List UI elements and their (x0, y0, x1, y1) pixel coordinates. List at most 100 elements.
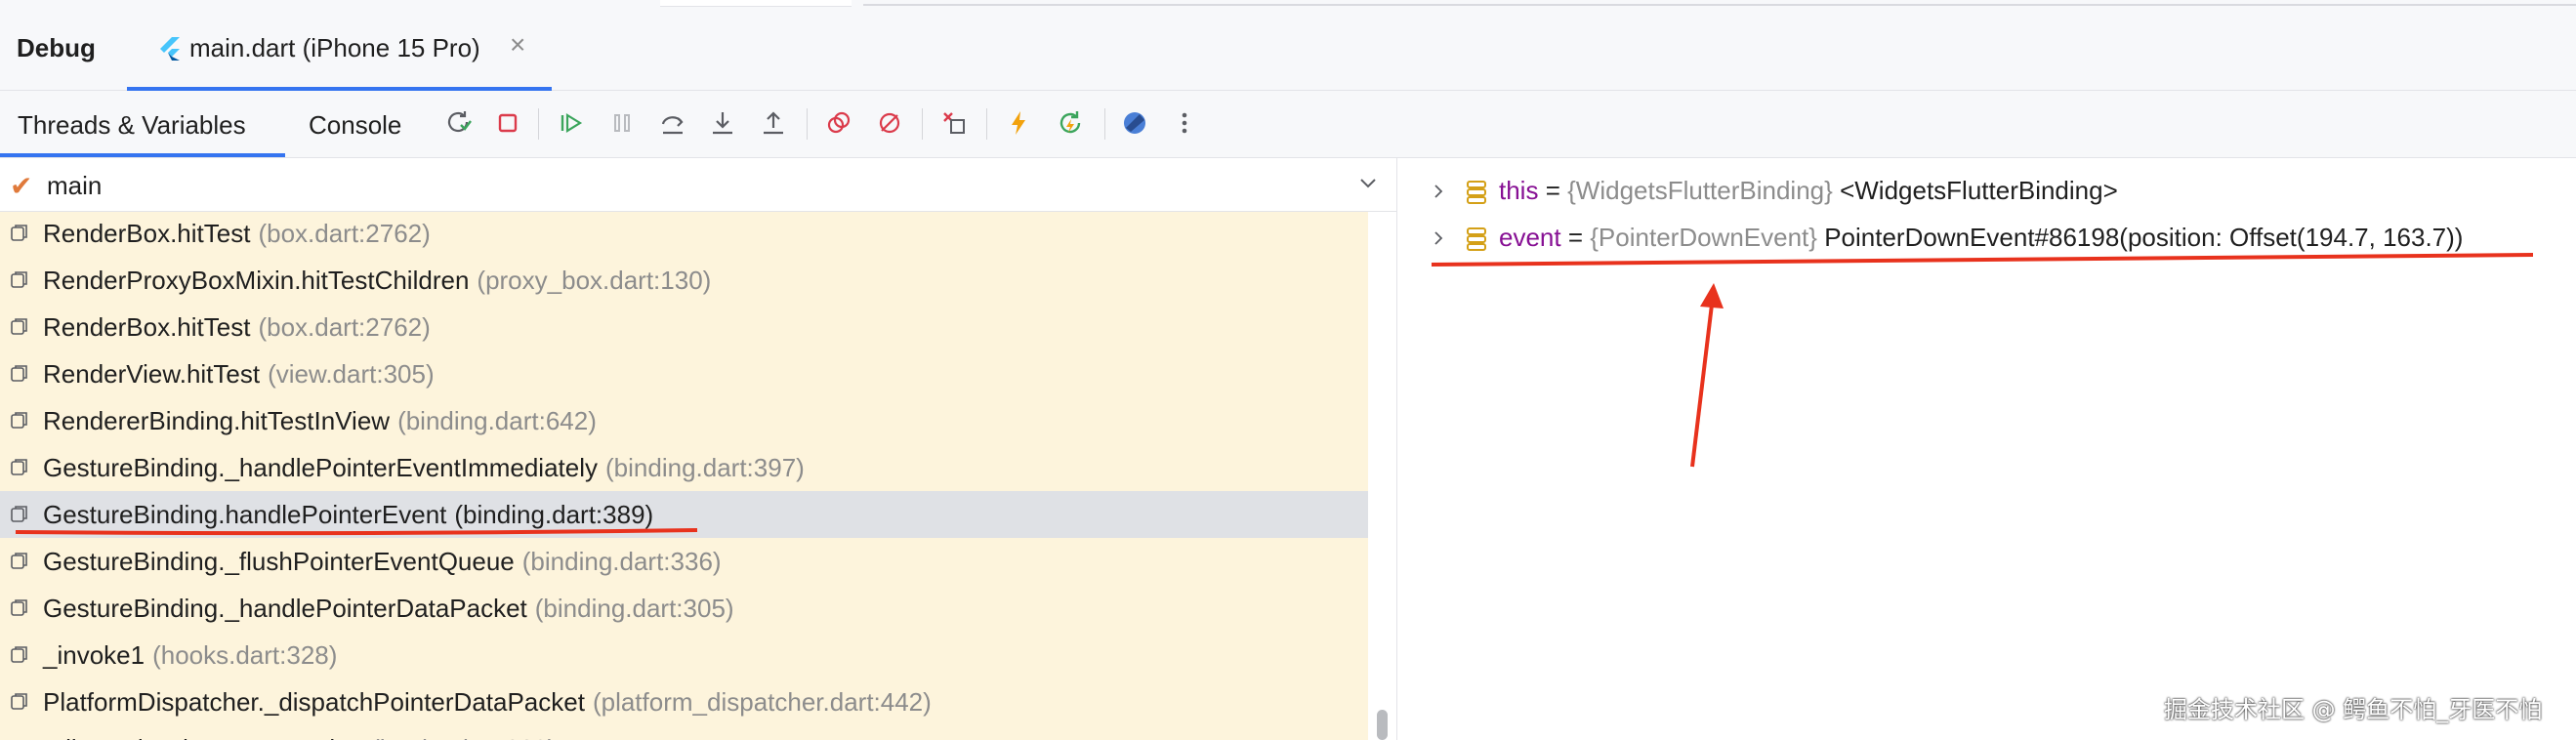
frame-function: _invoke1 (43, 640, 145, 670)
frame-function: GestureBinding._flushPointerEventQueue (43, 547, 515, 576)
stack-frame-row[interactable]: _invoke1 (hooks.dart:328) (0, 632, 1368, 678)
more-icon[interactable] (1166, 104, 1203, 142)
frame-label: RenderBox.hitTest (box.dart:2762) (43, 312, 431, 343)
field-icon (1467, 227, 1486, 251)
watermark: 掘金技术社区 @ 鳄鱼不怕_牙医不怕 (2164, 696, 2543, 723)
frame-function: RenderView.hitTest (43, 359, 261, 389)
frame-function: RenderBox.hitTest (43, 312, 251, 342)
variable-row[interactable]: this = {WidgetsFlutterBinding} <WidgetsF… (1397, 168, 2576, 215)
frame-location: (hooks.dart:268) (371, 734, 556, 740)
frame-icon (11, 225, 27, 241)
step-into-icon[interactable] (704, 104, 741, 142)
variable-value: <WidgetsFlutterBinding> (1840, 176, 2118, 205)
frame-icon (11, 553, 27, 569)
tab-console[interactable]: Console (309, 110, 401, 141)
stack-frame-row[interactable]: RenderView.hitTest (view.dart:305) (0, 350, 1368, 397)
clear-icon[interactable] (935, 104, 973, 142)
hot-restart-icon[interactable] (1052, 104, 1089, 142)
frame-function: _dispatchPointerDataPacket (43, 734, 363, 740)
variable-name: this (1499, 176, 1539, 205)
frame-label: RenderView.hitTest (view.dart:305) (43, 359, 435, 390)
frame-function: RendererBinding.hitTestInView (43, 406, 391, 435)
variable-text: this = {WidgetsFlutterBinding} <WidgetsF… (1499, 176, 2118, 206)
frame-icon (11, 506, 27, 522)
variable-row[interactable]: event = {PointerDownEvent} PointerDownEv… (1397, 215, 2576, 262)
chevron-right-icon[interactable] (1431, 184, 1446, 199)
frame-function: GestureBinding._handlePointerEventImmedi… (43, 453, 599, 482)
rerun-icon[interactable] (440, 104, 478, 142)
frame-label: RenderProxyBoxMixin.hitTestChildren (prox… (43, 266, 711, 296)
frame-label: GestureBinding._handlePointerDataPacket(… (43, 594, 734, 624)
frame-label: _invoke1 (hooks.dart:328) (43, 640, 337, 671)
frame-icon (11, 318, 27, 335)
stack-frame-row[interactable]: RendererBinding.hitTestInView (binding.da… (0, 397, 1368, 444)
frame-location: (binding.dart:336) (521, 547, 722, 576)
threads-panel: ✔ main RenderBox.hitTest (box.dart:2762) R… (0, 158, 1396, 740)
close-icon[interactable]: × (510, 29, 525, 61)
frame-function: RenderProxyBoxMixin.hitTestChildren (43, 266, 470, 295)
pause-icon[interactable] (603, 104, 641, 142)
hot-reload-icon[interactable] (1000, 104, 1037, 142)
top-strip-rule (863, 0, 2576, 6)
flutter-icon (160, 37, 180, 61)
mute-breakpoints-icon[interactable] (871, 104, 908, 142)
frame-function: RenderBox.hitTest (43, 219, 251, 248)
panel-title: Debug (17, 33, 96, 62)
variable-type: {PointerDownEvent} (1590, 223, 1817, 252)
frame-label: GestureBinding._handlePointerEventImmedi… (43, 453, 805, 483)
tab-threads-variables[interactable]: Threads & Variables (18, 110, 246, 141)
view-breakpoints-icon[interactable] (820, 104, 857, 142)
thread-name: main (47, 171, 103, 200)
frame-location: (proxy_box.dart:130) (477, 266, 712, 295)
variable-type: {WidgetsFlutterBinding} (1567, 176, 1833, 205)
stack-frame-row[interactable]: RenderBox.hitTest (box.dart:2762) (0, 304, 1368, 350)
toolbar-separator (1104, 108, 1105, 140)
stack-frame-row[interactable]: RenderBox.hitTest (box.dart:2762) (0, 212, 1368, 257)
frame-location: (binding.dart:389) (454, 500, 654, 529)
stack-frame-row[interactable]: RenderProxyBoxMixin.hitTestChildren (prox… (0, 257, 1368, 304)
chevron-right-icon[interactable] (1431, 230, 1446, 246)
toolbar-separator (807, 108, 808, 140)
frame-icon (11, 459, 27, 475)
tab-main-dart[interactable]: main.dart (iPhone 15 Pro) × (127, 8, 552, 91)
step-over-icon[interactable] (654, 104, 691, 142)
frame-label: GestureBinding._flushPointerEventQueue (b… (43, 547, 722, 577)
frame-location: (binding.dart:397) (605, 453, 805, 482)
thread-selector[interactable]: ✔ main (0, 158, 1396, 212)
debug-toolbar: Threads & Variables Console (0, 91, 2576, 158)
toolbar-separator (538, 108, 539, 140)
threads-tab-underline (0, 153, 285, 157)
frame-label: _dispatchPointerDataPacket (hooks.dart:26… (43, 734, 556, 740)
stack-frame-row[interactable]: PlatformDispatcher._dispatchPointerDataP… (0, 678, 1368, 725)
frame-location: (box.dart:2762) (258, 219, 431, 248)
frame-icon (11, 599, 27, 616)
stack-frame-row[interactable]: GestureBinding.handlePointerEvent (bindin… (0, 491, 1368, 538)
stop-icon[interactable] (489, 104, 526, 142)
frame-label: RendererBinding.hitTestInView (binding.da… (43, 406, 597, 436)
tab-label: main.dart (iPhone 15 Pro) (189, 33, 480, 62)
scrollbar-thumb[interactable] (1377, 710, 1388, 740)
devtools-icon[interactable] (1116, 104, 1153, 142)
frame-location: (view.dart:305) (268, 359, 435, 389)
step-out-icon[interactable] (755, 104, 792, 142)
frame-location: (box.dart:2762) (258, 312, 431, 342)
frame-icon (11, 412, 27, 429)
stack-frame-row[interactable]: GestureBinding._flushPointerEventQueue (b… (0, 538, 1368, 585)
frame-icon (11, 646, 27, 663)
frame-location: (hooks.dart:328) (152, 640, 338, 670)
stack-frame-row[interactable]: _dispatchPointerDataPacket (hooks.dart:26… (0, 725, 1368, 740)
variable-equals: = (1538, 176, 1568, 205)
resume-icon[interactable] (553, 104, 590, 142)
vertical-scrollbar[interactable] (1368, 212, 1396, 740)
stack-frame-row[interactable]: GestureBinding._handlePointerDataPacket(… (0, 585, 1368, 632)
stack-frame-row[interactable]: GestureBinding._handlePointerEventImmedi… (0, 444, 1368, 491)
frame-icon (11, 271, 27, 288)
frame-label: PlatformDispatcher._dispatchPointerDataP… (43, 687, 932, 718)
frame-icon (11, 365, 27, 382)
chevron-down-icon (1360, 179, 1376, 188)
frame-location: (platform_dispatcher.dart:442) (592, 687, 932, 717)
frame-label: RenderBox.hitTest (box.dart:2762) (43, 219, 431, 249)
variable-name: event (1499, 223, 1561, 252)
field-icon (1467, 181, 1486, 204)
frame-location: (binding.dart:305) (534, 594, 734, 623)
